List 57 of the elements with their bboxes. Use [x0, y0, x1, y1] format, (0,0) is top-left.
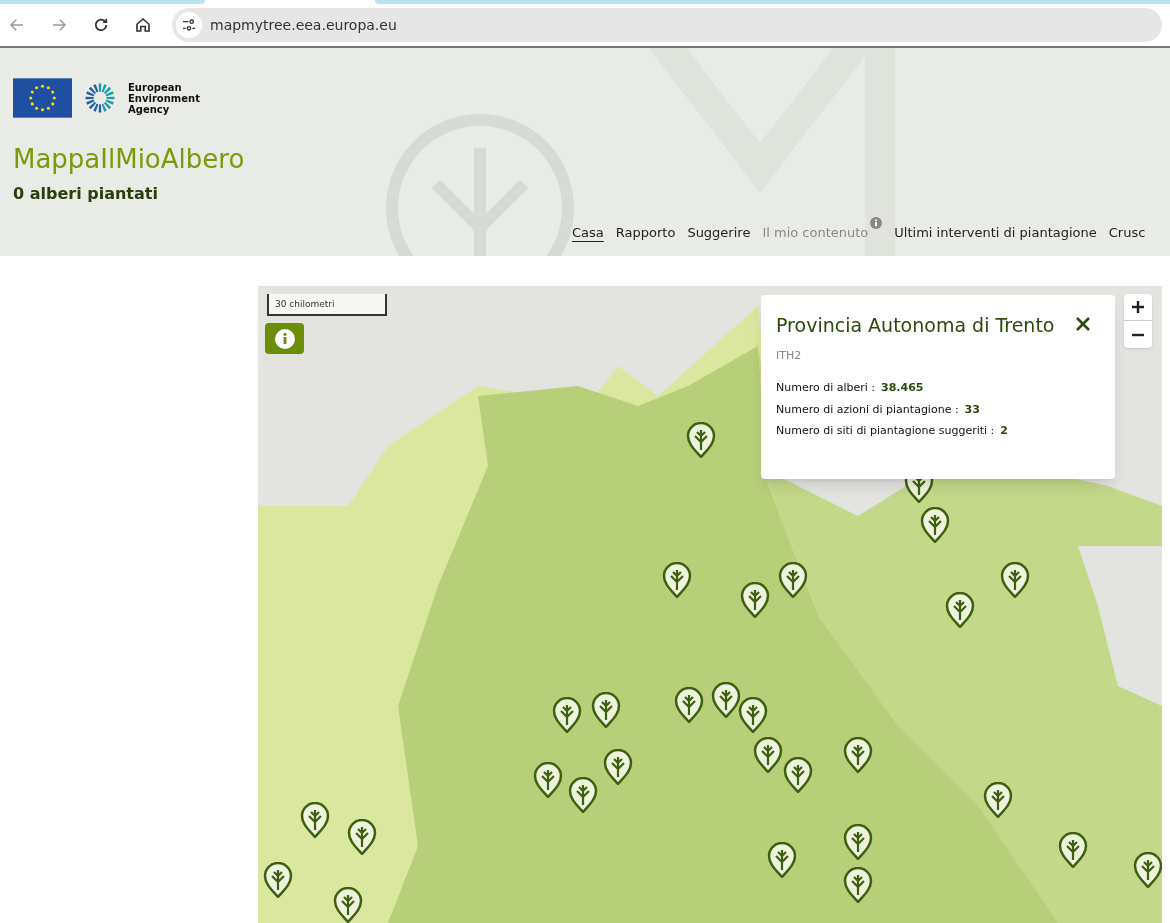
- tree-marker-icon[interactable]: [843, 824, 873, 860]
- tree-marker-icon[interactable]: [783, 757, 813, 793]
- plus-icon: [1132, 301, 1144, 313]
- tree-marker-icon[interactable]: [591, 692, 621, 728]
- stat-label: Numero di siti di piantagione suggeriti :: [776, 423, 995, 439]
- stat-value: 38.465: [881, 380, 924, 396]
- agency-name: European Environment Agency: [128, 81, 200, 115]
- tree-marker-icon[interactable]: [568, 777, 598, 813]
- tree-marker-icon[interactable]: [1000, 562, 1030, 598]
- popup-title: Provincia Autonoma di Trento: [776, 313, 1055, 338]
- tree-marker-icon[interactable]: [603, 749, 633, 785]
- stat-label: Numero di azioni di piantagione :: [776, 401, 959, 418]
- nav-link[interactable]: Crusc: [1108, 223, 1146, 243]
- back-icon[interactable]: [8, 16, 26, 34]
- tree-marker-icon[interactable]: [843, 867, 873, 903]
- tree-marker-icon[interactable]: [674, 687, 704, 723]
- tree-marker-icon[interactable]: [738, 697, 768, 733]
- tree-marker-icon[interactable]: [1058, 832, 1088, 868]
- info-button[interactable]: [265, 323, 304, 354]
- tree-marker-icon[interactable]: [533, 762, 563, 798]
- tree-marker-icon[interactable]: [686, 422, 716, 458]
- url-text: mapmytree.eea.europa.eu: [210, 15, 397, 35]
- tree-marker-icon[interactable]: [843, 737, 873, 773]
- tree-marker-icon[interactable]: [333, 887, 363, 923]
- reload-icon[interactable]: [92, 16, 110, 34]
- tree-marker-icon[interactable]: [740, 582, 770, 618]
- scale-bar: 30 chilometri: [267, 294, 387, 316]
- close-icon: [1076, 317, 1090, 331]
- trees-planted-count: 0 alberi piantati: [13, 186, 159, 202]
- tree-marker-icon[interactable]: [1133, 852, 1162, 888]
- tree-marker-icon[interactable]: [300, 802, 330, 838]
- nav-link[interactable]: Rapporto: [615, 223, 676, 243]
- tree-marker-icon[interactable]: [552, 697, 582, 733]
- nav-link[interactable]: Casa: [572, 223, 604, 243]
- tree-marker-icon[interactable]: [945, 592, 975, 628]
- tree-marker-icon[interactable]: [263, 862, 293, 898]
- tree-marker-icon[interactable]: [662, 562, 692, 598]
- nav-link[interactable]: Ultimi interventi di piantagione: [894, 223, 1097, 243]
- tree-marker-icon[interactable]: [778, 562, 808, 598]
- tree-marker-icon[interactable]: [983, 782, 1013, 818]
- forward-icon[interactable]: [50, 16, 68, 34]
- stat-value: 2: [1000, 423, 1008, 439]
- home-icon[interactable]: [134, 16, 152, 34]
- nav-link[interactable]: Suggerire: [687, 223, 751, 243]
- info-icon: [274, 328, 295, 349]
- tree-marker-icon[interactable]: [753, 737, 783, 773]
- stat-value: 33: [964, 401, 980, 418]
- tree-marker-icon[interactable]: [347, 819, 377, 855]
- site-settings-icon[interactable]: [176, 12, 202, 38]
- address-bar[interactable]: mapmytree.eea.europa.eu: [172, 8, 1162, 42]
- stat-label: Numero di alberi :: [776, 380, 876, 396]
- region-code: ITH2: [776, 347, 803, 364]
- tree-marker-icon[interactable]: [767, 842, 797, 878]
- tree-marker-icon[interactable]: [711, 682, 741, 718]
- site-title: MappaIlMioAlbero: [13, 146, 246, 172]
- eu-flag-icon: [13, 78, 72, 118]
- tree-marker-icon[interactable]: [920, 507, 950, 543]
